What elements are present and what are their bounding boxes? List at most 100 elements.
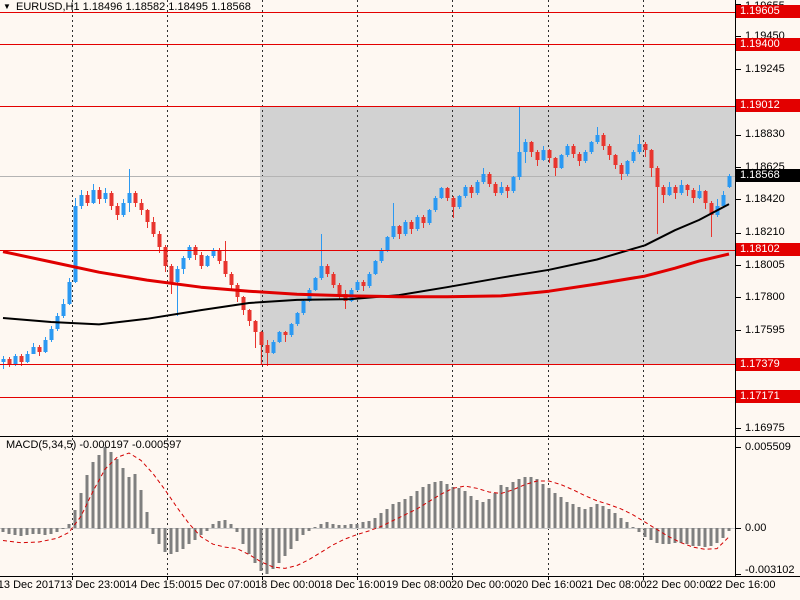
- macd-histogram-bar: [73, 510, 77, 528]
- candle-body: [655, 168, 660, 187]
- candle-body: [169, 266, 174, 282]
- candle-body: [49, 329, 54, 340]
- candle-body: [259, 332, 264, 345]
- macd-histogram-bar: [235, 528, 239, 532]
- macd-histogram-bar: [517, 479, 521, 528]
- macd-name-label: MACD(5,34,5): [6, 439, 77, 451]
- candle-body: [73, 206, 78, 282]
- macd-histogram-bar: [157, 528, 161, 544]
- macd-indicator-title: MACD(5,34,5) -0.000197 -0.000597: [6, 439, 182, 452]
- time-axis-label: 13 Dec 2017: [0, 579, 61, 591]
- macd-histogram-bar: [103, 447, 107, 528]
- candle-body: [61, 304, 66, 316]
- macd-histogram-bar: [511, 482, 515, 528]
- candle-body: [433, 198, 438, 210]
- macd-histogram-bar: [367, 521, 371, 528]
- candle-body: [145, 210, 150, 222]
- macd-histogram-bar: [391, 504, 395, 528]
- macd-tick-label: -0.003102: [745, 564, 795, 576]
- macd-histogram-bar: [625, 522, 629, 528]
- candle-body: [481, 174, 486, 182]
- macd-histogram-bar: [619, 518, 623, 528]
- candle-body: [217, 250, 222, 261]
- candle-body: [175, 269, 180, 282]
- macd-histogram-bar: [529, 477, 533, 528]
- candle-body: [79, 195, 84, 206]
- price-tick-label: 1.18005: [745, 259, 785, 271]
- candle-body: [295, 313, 300, 324]
- time-axis-label: 18 Dec 16:00: [320, 579, 386, 591]
- time-axis-label: 18 Dec 00:00: [255, 579, 321, 591]
- macd-histogram-bar: [595, 504, 599, 528]
- current-price-label: 1.18568: [736, 169, 800, 182]
- macd-histogram-bar: [631, 527, 635, 528]
- macd-histogram-bar: [709, 528, 713, 546]
- macd-histogram-bar: [637, 528, 641, 532]
- chart-canvas[interactable]: [0, 0, 800, 600]
- candle-body: [553, 158, 558, 168]
- macd-histogram-bar: [25, 528, 29, 535]
- time-axis-label: 22 Dec 00:00: [646, 579, 712, 591]
- candle-body: [313, 278, 318, 290]
- macd-histogram-bar: [457, 488, 461, 528]
- macd-histogram-bar: [163, 528, 167, 552]
- macd-histogram-bar: [79, 493, 83, 528]
- macd-histogram-bar: [283, 528, 287, 556]
- macd-histogram-bar: [61, 528, 65, 529]
- candle-body: [103, 193, 108, 199]
- candle-body: [367, 274, 372, 286]
- candle-body: [523, 142, 528, 152]
- candle-body: [187, 247, 192, 258]
- macd-histogram-bar: [13, 528, 17, 535]
- candle-body: [373, 261, 378, 274]
- candle-body: [589, 142, 594, 152]
- time-axis-label: 14 Dec 15:00: [125, 579, 191, 591]
- macd-histogram-bar: [145, 512, 149, 528]
- candle-body: [625, 161, 630, 174]
- candle-body: [475, 182, 480, 193]
- macd-histogram-bar: [193, 528, 197, 540]
- chart-marker-icon: ▼: [3, 2, 11, 11]
- candle-body: [565, 146, 570, 155]
- level-price-label: 1.18102: [736, 243, 800, 256]
- ohlc-values-label: 1.18496 1.18582 1.18495 1.18568: [82, 1, 251, 13]
- macd-histogram-bar: [601, 506, 605, 528]
- candle-body: [673, 187, 678, 193]
- macd-histogram-bar: [217, 521, 221, 528]
- macd-histogram-bar: [547, 488, 551, 528]
- macd-histogram-bar: [481, 502, 485, 528]
- candle-body: [325, 266, 330, 274]
- candle-body: [115, 206, 120, 215]
- candle-body: [619, 165, 624, 174]
- candle-body: [25, 354, 30, 362]
- candle-body: [691, 190, 696, 198]
- candle-body: [445, 188, 450, 198]
- candle-body: [163, 247, 168, 266]
- macd-histogram-bar: [295, 528, 299, 541]
- macd-histogram-bar: [7, 528, 11, 534]
- candle-body: [139, 203, 144, 210]
- macd-histogram-bar: [541, 484, 545, 528]
- candle-body: [121, 203, 126, 215]
- candle-body: [67, 282, 72, 304]
- level-price-label: 1.17171: [736, 390, 800, 403]
- macd-histogram-bar: [589, 507, 593, 528]
- candle-body: [499, 187, 504, 193]
- macd-histogram-bar: [199, 528, 203, 535]
- macd-histogram-bar: [385, 509, 389, 528]
- macd-tick-label: 0.005509: [745, 441, 791, 453]
- candle-body: [133, 193, 138, 203]
- price-tick-label: 1.16975: [745, 422, 785, 434]
- macd-histogram-bar: [721, 528, 725, 538]
- macd-histogram-bar: [289, 528, 293, 549]
- candle-body: [607, 146, 612, 155]
- macd-histogram-bar: [229, 524, 233, 528]
- macd-histogram-bar: [151, 528, 155, 534]
- chart-window: ▼ EURUSD,H1 1.18496 1.18582 1.18495 1.18…: [0, 0, 800, 600]
- candle-body: [337, 285, 342, 294]
- macd-histogram-bar: [559, 497, 563, 528]
- macd-histogram-bar: [427, 484, 431, 528]
- macd-histogram-bar: [613, 513, 617, 528]
- macd-histogram-bar: [691, 528, 695, 546]
- candle-body: [319, 266, 324, 278]
